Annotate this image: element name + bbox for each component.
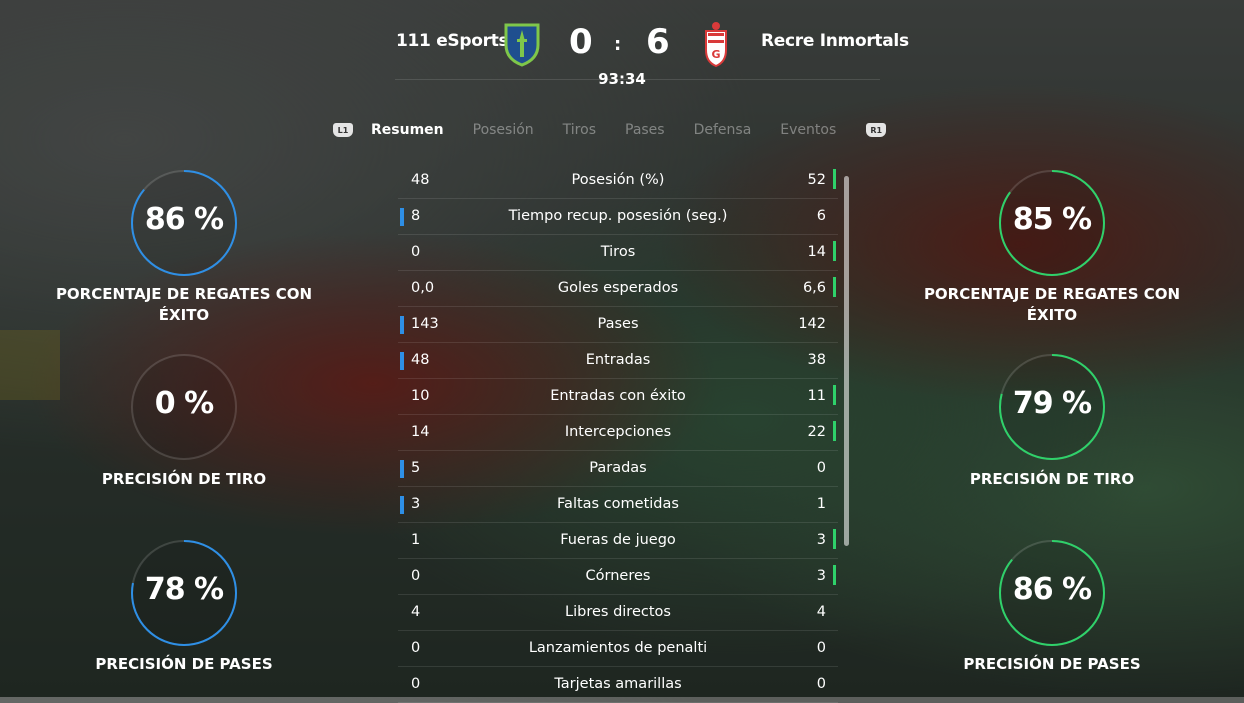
tab-posesion[interactable]: Posesión [473,122,534,138]
stat-away-value: 38 [807,352,826,368]
stat-label: Tiempo recup. posesión (seg.) [508,208,728,224]
stat-label: Entradas [585,352,651,368]
away_rings-ring-2: 86 % [997,538,1107,648]
stat-away-value: 11 [807,388,826,404]
stat-row: 14 Intercepciones 22 [398,415,838,451]
tab-eventos[interactable]: Eventos [780,122,836,138]
home-team-name: 111 eSports [396,31,509,51]
away_rings-ring-0: 85 % [997,168,1107,278]
home-score: 0 [569,22,593,62]
stat-label: Tiros [600,244,636,260]
stat-row: 48 Entradas 38 [398,343,838,379]
stat-row: 0 Lanzamientos de penalti 0 [398,631,838,667]
divider [395,79,880,80]
home_rings-ring-2: 78 % [129,538,239,648]
stat-label: Fueras de juego [560,532,676,548]
stat-away-value: 0 [816,460,826,476]
stat-away-value: 14 [807,244,826,260]
stat-label: Pases [597,316,639,332]
stat-row: 0 Tarjetas amarillas 0 [398,667,838,703]
stat-away-value: 6,6 [802,280,826,296]
stat-away-value: 52 [807,172,826,188]
ring-label: PORCENTAJE DE REGATES CON ÉXITO [923,285,1181,324]
stat-row: 10 Entradas con éxito 11 [398,379,838,415]
stat-row: 0 Tiros 14 [398,235,838,271]
score-separator: : [614,34,622,55]
stat-row: 0,0 Goles esperados 6,6 [398,271,838,307]
stat-row: 1 Fueras de juego 3 [398,523,838,559]
ring-label: PORCENTAJE DE REGATES CON ÉXITO [55,285,313,324]
home_rings-ring-1: 0 % [129,352,239,462]
stat-label: Intercepciones [564,424,672,440]
stat-away-value: 22 [807,424,826,440]
ring-value: 86 % [144,202,224,237]
stat-row: 0 Córneres 3 [398,559,838,595]
tab-pases[interactable]: Pases [625,122,665,138]
ring-value: 85 % [1012,202,1092,237]
stat-away-value: 142 [798,316,826,332]
ring-label: PRECISIÓN DE PASES [963,655,1141,673]
stats-tabs: L1 Resumen Posesión Tiros Pases Defensa … [333,120,887,140]
stat-row: 5 Paradas 0 [398,451,838,487]
stat-row: 4 Libres directos 4 [398,595,838,631]
stat-label: Paradas [589,460,647,476]
r1-button-icon[interactable]: R1 [866,123,887,137]
away-score: 6 [646,22,670,62]
tab-defensa[interactable]: Defensa [694,122,752,138]
stat-away-value: 4 [816,604,826,620]
stat-label: Faltas cometidas [557,496,679,512]
stat-away-value: 0 [816,640,826,656]
stat-row: 48 Posesión (%) 52 [398,163,838,199]
stat-label: Tarjetas amarillas [554,676,682,692]
stat-row: 8 Tiempo recup. posesión (seg.) 6 [398,199,838,235]
granada-crest-icon: G [703,20,729,72]
stat-away-value: 3 [816,532,826,548]
stat-away-value: 6 [816,208,826,224]
seattle-sounders-crest-icon [503,21,541,71]
svg-text:G: G [711,48,720,61]
ring-value: 79 % [1012,386,1092,421]
ring-value: 78 % [144,572,224,607]
away-team-name: Recre Inmortals [761,31,909,51]
l1-button-icon[interactable]: L1 [333,123,353,137]
stat-label: Lanzamientos de penalti [528,640,708,656]
stat-label: Posesión (%) [571,172,665,188]
stat-row: 143 Pases 142 [398,307,838,343]
ring-label: PRECISIÓN DE PASES [95,655,273,673]
away_rings-ring-1: 79 % [997,352,1107,462]
scrollbar[interactable] [844,176,849,546]
stat-label: Córneres [585,568,651,584]
stat-label: Goles esperados [557,280,679,296]
stat-row: 3 Faltas cometidas 1 [398,487,838,523]
stat-away-value: 0 [816,676,826,692]
stat-label: Entradas con éxito [550,388,686,404]
stat-label: Libres directos [565,604,671,620]
ring-label: PRECISIÓN DE TIRO [101,470,267,488]
stats-table: 48 Posesión (%) 52 8 Tiempo recup. posesión … [398,163,838,703]
ring-value: 86 % [1012,572,1092,607]
stat-away-value: 3 [816,568,826,584]
tab-tiros[interactable]: Tiros [563,122,596,138]
ring-label: PRECISIÓN DE TIRO [969,470,1135,488]
tab-resumen[interactable]: Resumen [371,122,444,138]
stat-away-value: 1 [816,496,826,512]
ring-value: 0 % [154,386,214,421]
home_rings-ring-0: 86 % [129,168,239,278]
